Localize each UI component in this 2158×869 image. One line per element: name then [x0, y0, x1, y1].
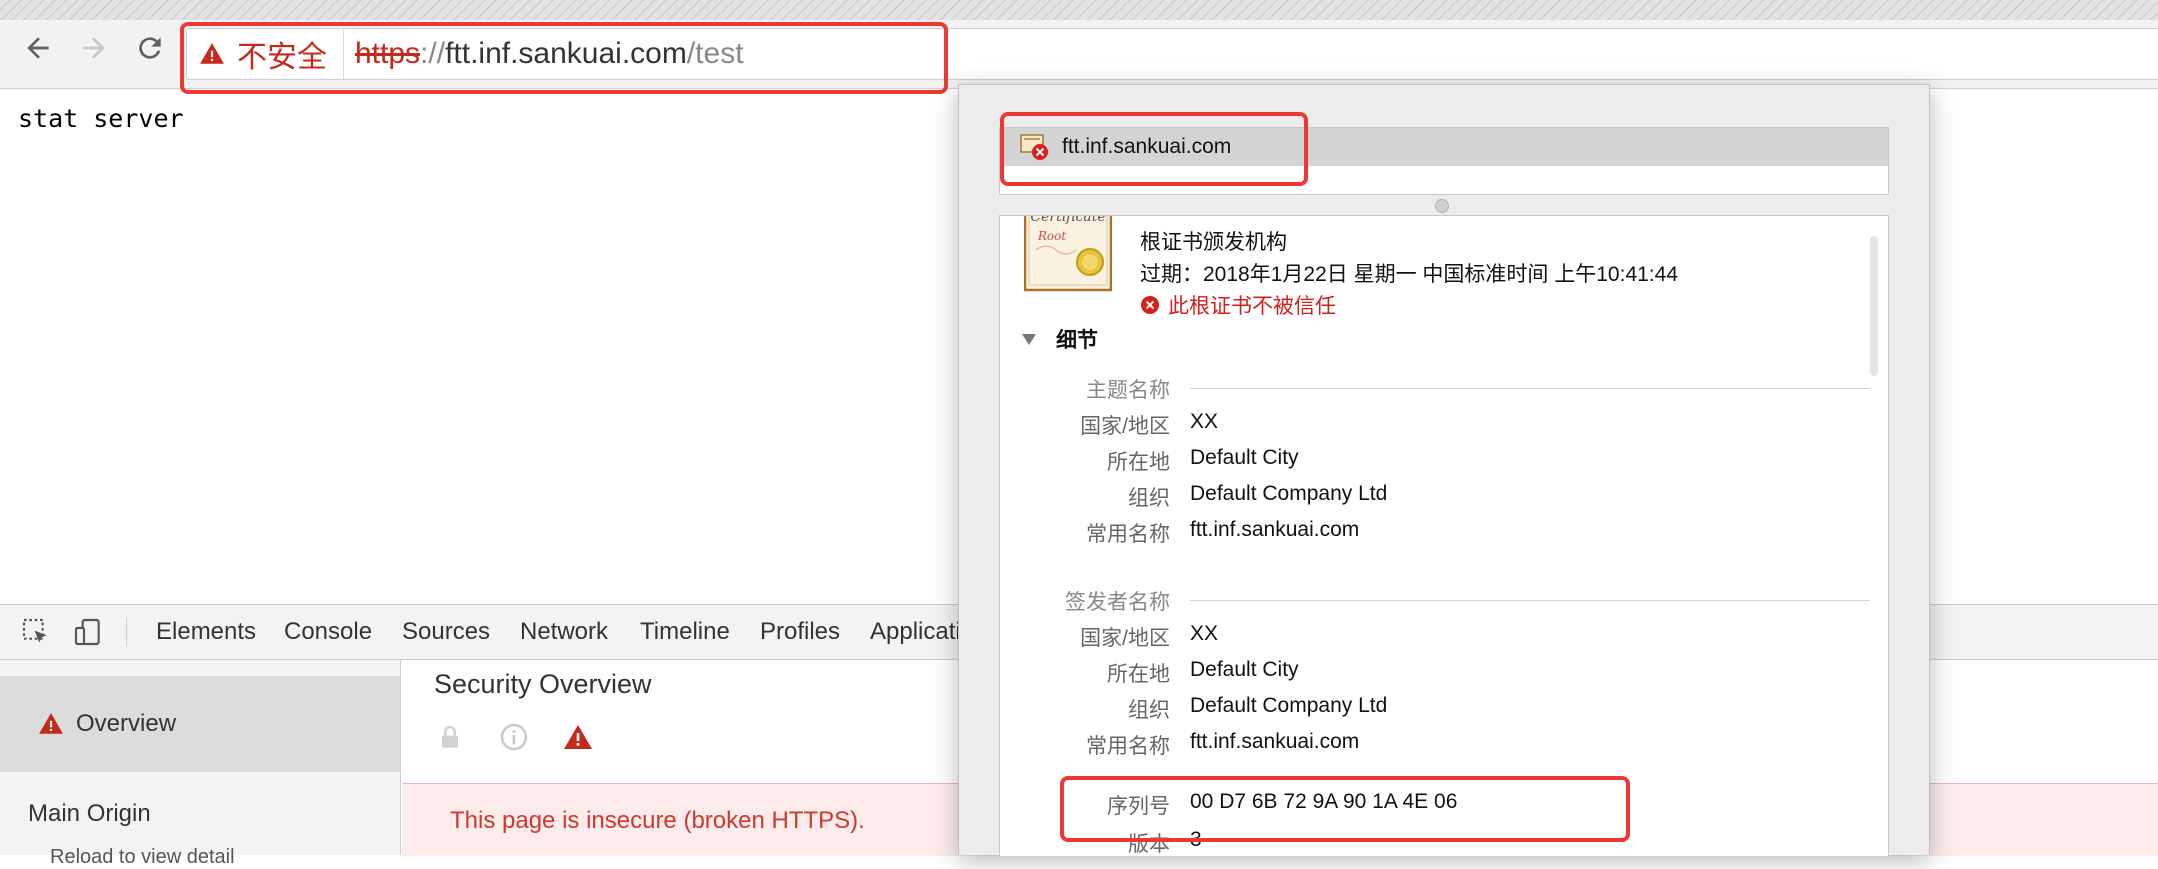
field-value: Default City	[1190, 446, 1299, 469]
sidebar-item-overview[interactable]: Overview	[0, 676, 400, 772]
details-label: 细节	[1056, 329, 1098, 352]
security-sidebar: Overview Main Origin Reload to view deta…	[0, 660, 401, 868]
field-value: XX	[1190, 622, 1219, 645]
certificate-popover: ftt.inf.sankuai.com Certificate Root 根证书…	[958, 84, 1930, 856]
certificate-seal-icon: Certificate Root	[1024, 215, 1112, 292]
issuer-title: 根证书颁发机构	[1140, 231, 1287, 254]
field-key: 组织	[1128, 699, 1170, 722]
section-divider	[1190, 600, 1870, 601]
field-value: Default Company Ltd	[1190, 482, 1388, 505]
warning-triangle-icon	[39, 713, 63, 734]
address-highlight-box	[180, 22, 948, 94]
error-circle-icon	[1141, 296, 1159, 314]
security-overview-title: Security Overview	[434, 669, 652, 699]
field-key: 国家/地区	[1080, 627, 1170, 650]
field-value: Default City	[1190, 658, 1299, 681]
back-button[interactable]	[18, 28, 58, 68]
pane-splitter-handle[interactable]	[1435, 199, 1449, 213]
tab-sources[interactable]: Sources	[402, 605, 490, 659]
field-key: 组织	[1128, 487, 1170, 510]
disclosure-triangle-icon	[1022, 334, 1036, 345]
tab-profiles[interactable]: Profiles	[760, 605, 840, 659]
sidebar-origin-detail[interactable]: Reload to view detail	[50, 846, 235, 869]
arrow-left-icon	[27, 37, 49, 59]
certificate-image-subtitle: Root	[1037, 229, 1066, 243]
sidebar-item-label: Overview	[76, 710, 177, 737]
tab-console[interactable]: Console	[284, 605, 372, 659]
details-scrollbar[interactable]	[1870, 236, 1878, 376]
serial-number-highlight-box	[1060, 776, 1630, 842]
section-divider	[1190, 388, 1870, 389]
subject-name-heading: 主题名称	[1086, 379, 1170, 402]
inspect-element-icon[interactable]	[20, 616, 52, 648]
info-icon	[500, 723, 528, 751]
browser-tab-strip	[0, 0, 2158, 21]
certificate-details: Certificate Root 根证书颁发机构 过期：2018年1月22日 星…	[999, 215, 1889, 856]
device-toolbar-icon[interactable]	[72, 616, 104, 648]
expiration-date: 过期：2018年1月22日 星期一 中国标准时间 上午10:41:44	[1140, 263, 1679, 286]
field-value: ftt.inf.sankuai.com	[1190, 730, 1360, 753]
devtools-divider	[126, 617, 127, 647]
forward-button[interactable]	[74, 28, 114, 68]
trust-status: 此根证书不被信任	[1140, 290, 1336, 320]
field-key: 国家/地区	[1080, 415, 1170, 438]
warning-triangle-icon	[564, 725, 592, 749]
insecure-message: This page is insecure (broken HTTPS).	[450, 807, 865, 834]
page-body-text: stat server	[18, 104, 184, 133]
tab-elements[interactable]: Elements	[156, 605, 256, 659]
field-value: Default Company Ltd	[1190, 694, 1388, 717]
reload-button[interactable]	[130, 28, 170, 68]
tab-application[interactable]: Applicati	[870, 605, 961, 659]
field-key: 常用名称	[1086, 735, 1170, 758]
sidebar-main-origin[interactable]: Main Origin	[28, 800, 151, 828]
certificate-name-highlight-box	[1000, 112, 1308, 186]
details-disclosure[interactable]: 细节	[1020, 324, 1098, 354]
field-value: XX	[1190, 410, 1219, 433]
tab-timeline[interactable]: Timeline	[640, 605, 730, 659]
field-key: 所在地	[1107, 663, 1170, 686]
field-key: 常用名称	[1086, 523, 1170, 546]
field-key: 所在地	[1107, 451, 1170, 474]
reload-icon	[139, 37, 161, 59]
lock-icon	[442, 725, 458, 748]
certificate-image-title: Certificate	[1030, 215, 1105, 225]
trust-status-label: 此根证书不被信任	[1168, 295, 1336, 318]
arrow-right-icon	[83, 37, 105, 59]
tab-network[interactable]: Network	[520, 605, 608, 659]
issuer-name-heading: 签发者名称	[1065, 591, 1170, 614]
field-value: ftt.inf.sankuai.com	[1190, 518, 1360, 541]
